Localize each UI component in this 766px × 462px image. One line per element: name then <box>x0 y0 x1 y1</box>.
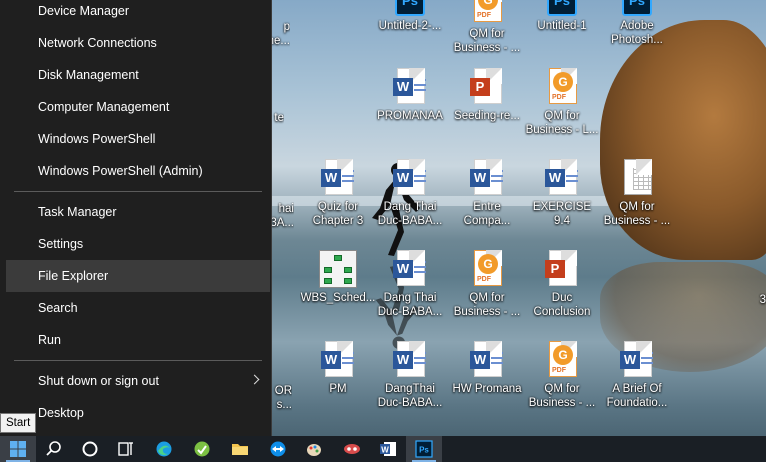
menu-item-run[interactable]: Run <box>6 324 270 356</box>
desktop-icon[interactable]: W HW Promana <box>449 341 525 396</box>
menu-item-windows-powershell-admin[interactable]: Windows PowerShell (Admin) <box>6 155 270 187</box>
menu-item-file-explorer[interactable]: File Explorer <box>6 260 270 292</box>
word-icon: W <box>393 68 427 106</box>
menu-item-label: Shut down or sign out <box>38 374 159 388</box>
folder-icon <box>232 444 248 455</box>
app-game-button[interactable] <box>334 436 370 462</box>
desktop-icon[interactable]: QM for Business - ... <box>599 159 675 228</box>
taskbar: W Ps <box>0 436 766 462</box>
game-icon <box>344 444 360 454</box>
photoshop-icon: Ps <box>395 0 425 16</box>
pdf-icon: G PDF <box>545 341 579 379</box>
menu-item-device-manager[interactable]: Device Manager <box>6 0 270 27</box>
desktop-icon[interactable]: W DangThai Duc-BABA... <box>372 341 448 410</box>
menu-item-shut-down-or-sign-out[interactable]: Shut down or sign out <box>6 365 270 397</box>
word-button[interactable]: W <box>370 436 406 462</box>
word-icon: W <box>380 442 396 456</box>
app-paint-button[interactable] <box>296 436 332 462</box>
cortana-button[interactable] <box>72 436 108 462</box>
desktop-icon[interactable]: Ps Adobe Photosh... <box>599 0 675 47</box>
desktop-icon[interactable]: G PDF QM for Business - L... <box>524 68 600 137</box>
desktop-icon-partial[interactable]: 3 <box>740 293 766 307</box>
windows-logo-icon <box>10 441 26 457</box>
paint-icon <box>307 444 321 456</box>
teamviewer-icon <box>270 441 286 457</box>
spreadsheet-icon <box>620 159 654 197</box>
word-icon: W <box>545 159 579 197</box>
pdf-icon: G PDF <box>545 68 579 106</box>
word-icon: W <box>321 159 355 197</box>
desktop-icon[interactable]: W Entre Compa... <box>449 159 525 228</box>
wbs-diagram-icon <box>319 250 357 288</box>
desktop-icon[interactable]: Ps Untitled-2-... <box>372 0 448 33</box>
menu-item-network-connections[interactable]: Network Connections <box>6 27 270 59</box>
teamviewer-button[interactable] <box>260 436 296 462</box>
file-explorer-button[interactable] <box>222 436 258 462</box>
word-icon: W <box>470 341 504 379</box>
menu-item-desktop[interactable]: Desktop <box>6 397 270 429</box>
desktop-icon[interactable]: P Duc Conclusion <box>524 250 600 319</box>
word-icon: W <box>620 341 654 379</box>
menu-separator <box>14 191 262 192</box>
search-icon <box>46 441 61 456</box>
desktop-icon[interactable]: G PDF QM for Business - ... <box>449 0 525 55</box>
cortana-circle-icon <box>82 441 98 457</box>
desktop-icon[interactable]: WBS_Sched... <box>300 250 376 305</box>
desktop-icon[interactable]: Ps Untitled-1 <box>524 0 600 33</box>
photoshop-icon: Ps <box>415 440 433 458</box>
desktop-icon[interactable]: W Quiz for Chapter 3 <box>300 159 376 228</box>
green-app-icon <box>194 441 210 457</box>
photoshop-icon: Ps <box>547 0 577 16</box>
menu-item-windows-powershell[interactable]: Windows PowerShell <box>6 123 270 155</box>
menu-item-computer-management[interactable]: Computer Management <box>6 91 270 123</box>
app-green-button[interactable] <box>184 436 220 462</box>
desktop-icon[interactable]: W PM <box>300 341 376 396</box>
menu-item-settings[interactable]: Settings <box>6 228 270 260</box>
svg-text:Ps: Ps <box>419 446 429 455</box>
task-view-button[interactable] <box>108 436 144 462</box>
chevron-right-icon <box>249 374 260 385</box>
start-button[interactable] <box>0 436 36 462</box>
desktop-icon[interactable]: P Seeding-re... <box>449 68 525 123</box>
powerpoint-icon: P <box>545 250 579 288</box>
powerpoint-icon: P <box>470 68 504 106</box>
task-view-icon <box>118 442 133 456</box>
menu-item-search[interactable]: Search <box>6 292 270 324</box>
word-icon: W <box>393 341 427 379</box>
desktop-icon[interactable]: W Dang Thai Duc-BABA... <box>372 250 448 319</box>
menu-item-disk-management[interactable]: Disk Management <box>6 59 270 91</box>
svg-text:W: W <box>381 446 389 455</box>
desktop-icon-partial-label: 3 <box>759 294 766 306</box>
word-icon: W <box>321 341 355 379</box>
desktop-icon[interactable]: W EXERCISE 9.4 <box>524 159 600 228</box>
desktop-icon[interactable]: G PDF QM for Business - ... <box>524 341 600 410</box>
edge-button[interactable] <box>146 436 182 462</box>
start-context-menu: Device Manager Network Connections Disk … <box>0 0 272 436</box>
word-icon: W <box>470 159 504 197</box>
desktop-icon[interactable]: W A Brief Of Foundatio... <box>599 341 675 410</box>
menu-separator <box>14 360 262 361</box>
word-icon: W <box>393 159 427 197</box>
photoshop-shortcut-icon: Ps <box>622 0 652 16</box>
edge-icon <box>156 441 172 457</box>
start-tooltip: Start <box>0 413 37 433</box>
desktop-icon[interactable]: W PROMANAA <box>372 68 448 123</box>
word-icon: W <box>393 250 427 288</box>
menu-item-task-manager[interactable]: Task Manager <box>6 196 270 228</box>
pdf-icon: G PDF <box>470 0 504 24</box>
desktop-icon[interactable]: G PDF QM for Business - ... <box>449 250 525 319</box>
photoshop-button[interactable]: Ps <box>406 436 442 462</box>
search-button[interactable] <box>36 436 72 462</box>
pdf-icon: G PDF <box>470 250 504 288</box>
desktop-icon[interactable]: W Dang Thai Duc-BABA... <box>372 159 448 228</box>
